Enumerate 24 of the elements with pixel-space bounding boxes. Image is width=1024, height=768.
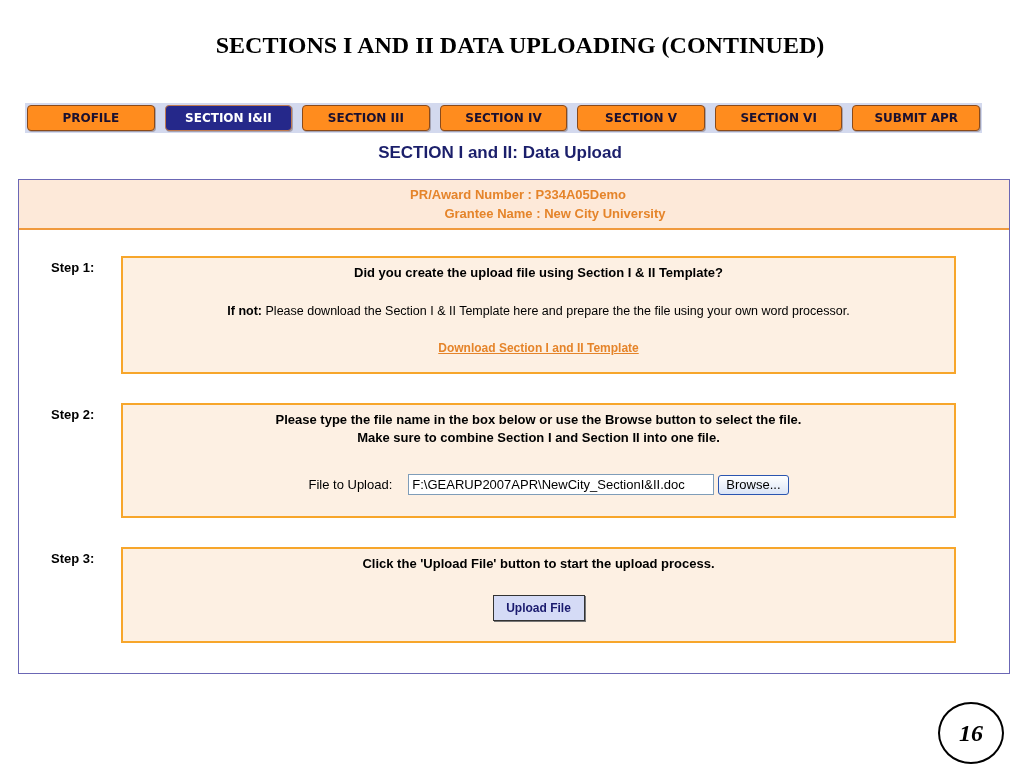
step-instruction: Please type the file name in the box below or use the Browse button to select the file. xyxy=(275,411,802,429)
slide-title: SECTIONS I AND II DATA UPLOADING (CONTINUED) xyxy=(215,31,825,60)
nav-tab[interactable]: SECTION III xyxy=(302,105,430,131)
file-input[interactable]: F:\GEARUP2007APR\NewCity_SectionI&II.doc xyxy=(408,474,715,495)
field-label: File to Upload: xyxy=(308,476,393,493)
grantee-name-text: Grantee Name : New City University xyxy=(444,205,666,222)
nav-tab[interactable]: PROFILE xyxy=(27,105,155,131)
step-instruction: Make sure to combine Section I and Section II into one file. xyxy=(357,429,720,447)
award-number-text: PR/Award Number : P334A05Demo xyxy=(410,186,626,203)
nav-tab[interactable]: SECTION V xyxy=(577,105,705,131)
page-number: 16 xyxy=(938,702,1004,764)
step-label: Step 1: xyxy=(51,260,96,276)
step-instruction: Click the 'Upload File' button to start the upload process. xyxy=(362,555,715,573)
nav-tab[interactable]: SECTION IV xyxy=(439,105,568,131)
page-heading: SECTION I and II: Data Upload xyxy=(378,143,622,163)
nav-tab[interactable]: SUBMIT APR xyxy=(852,105,980,131)
step-label: Step 3: xyxy=(51,551,96,567)
browse-button[interactable]: Browse... xyxy=(718,474,789,495)
step-label: Step 2: xyxy=(51,407,96,423)
upload-button[interactable]: Upload File xyxy=(492,595,585,621)
nav-tab[interactable]: SECTION VI xyxy=(714,105,843,131)
step-instruction: If not: Please download the Section I & II Template here and prepare the the file using your own word processor. xyxy=(227,303,850,320)
nav-tab[interactable]: SECTION I&II xyxy=(164,105,293,131)
step-question: Did you create the upload file using Section I & II Template? xyxy=(354,264,723,282)
